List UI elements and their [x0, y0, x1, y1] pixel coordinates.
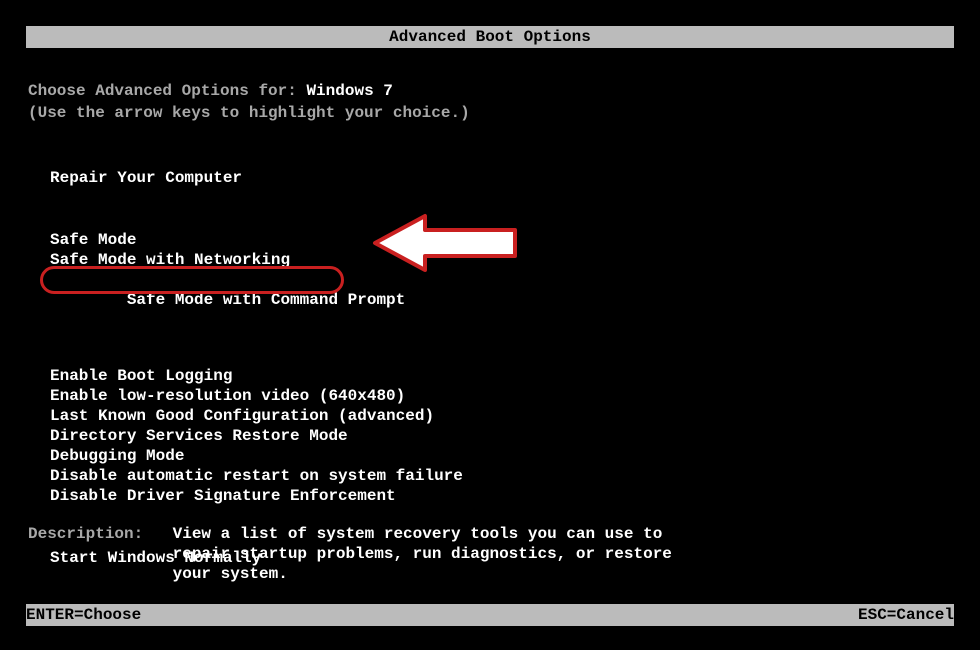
menu-group-advanced: Enable Boot Logging Enable low-resolutio… — [50, 366, 952, 506]
menu-item-boot-logging[interactable]: Enable Boot Logging — [50, 366, 952, 386]
menu-item-disable-auto-restart[interactable]: Disable automatic restart on system fail… — [50, 466, 952, 486]
os-name: Windows 7 — [306, 82, 392, 100]
menu-item-safe-mode-cmd[interactable]: Safe Mode with Command Prompt Safe Mode … — [50, 270, 405, 350]
highlight-ring: Safe Mode with Command Prompt — [40, 266, 344, 294]
menu-item-repair-computer[interactable]: Repair Your Computer — [50, 168, 952, 188]
menu-item-ds-restore[interactable]: Directory Services Restore Mode — [50, 426, 952, 446]
footer-esc: ESC=Cancel — [858, 604, 954, 626]
menu-item-debugging[interactable]: Debugging Mode — [50, 446, 952, 466]
menu-group-safe-mode: Safe Mode Safe Mode with Networking Safe… — [50, 230, 952, 350]
choose-prefix: Choose Advanced Options for: — [28, 82, 306, 100]
choose-os-line: Choose Advanced Options for: Windows 7 — [28, 80, 952, 102]
instruction-line: (Use the arrow keys to highlight your ch… — [28, 102, 952, 124]
footer-enter: ENTER=Choose — [26, 604, 141, 626]
menu-item-safe-mode-networking[interactable]: Safe Mode with Networking — [50, 250, 952, 270]
menu-item-safe-mode-cmd-label: Safe Mode with Command Prompt — [127, 291, 405, 309]
menu-item-disable-driver-sig[interactable]: Disable Driver Signature Enforcement — [50, 486, 952, 506]
description-text: View a list of system recovery tools you… — [173, 524, 713, 584]
footer-bar: ENTER=Choose ESC=Cancel — [26, 604, 954, 626]
boot-menu: Repair Your Computer Safe Mode Safe Mode… — [50, 168, 952, 568]
menu-item-safe-mode[interactable]: Safe Mode — [50, 230, 952, 250]
menu-item-last-known-good[interactable]: Last Known Good Configuration (advanced) — [50, 406, 952, 426]
menu-item-low-res-video[interactable]: Enable low-resolution video (640x480) — [50, 386, 952, 406]
description-label: Description: — [28, 524, 163, 544]
content-area: Choose Advanced Options for: Windows 7 (… — [28, 80, 952, 568]
description-section: Description: View a list of system recov… — [28, 524, 952, 584]
title-bar: Advanced Boot Options — [26, 26, 954, 48]
